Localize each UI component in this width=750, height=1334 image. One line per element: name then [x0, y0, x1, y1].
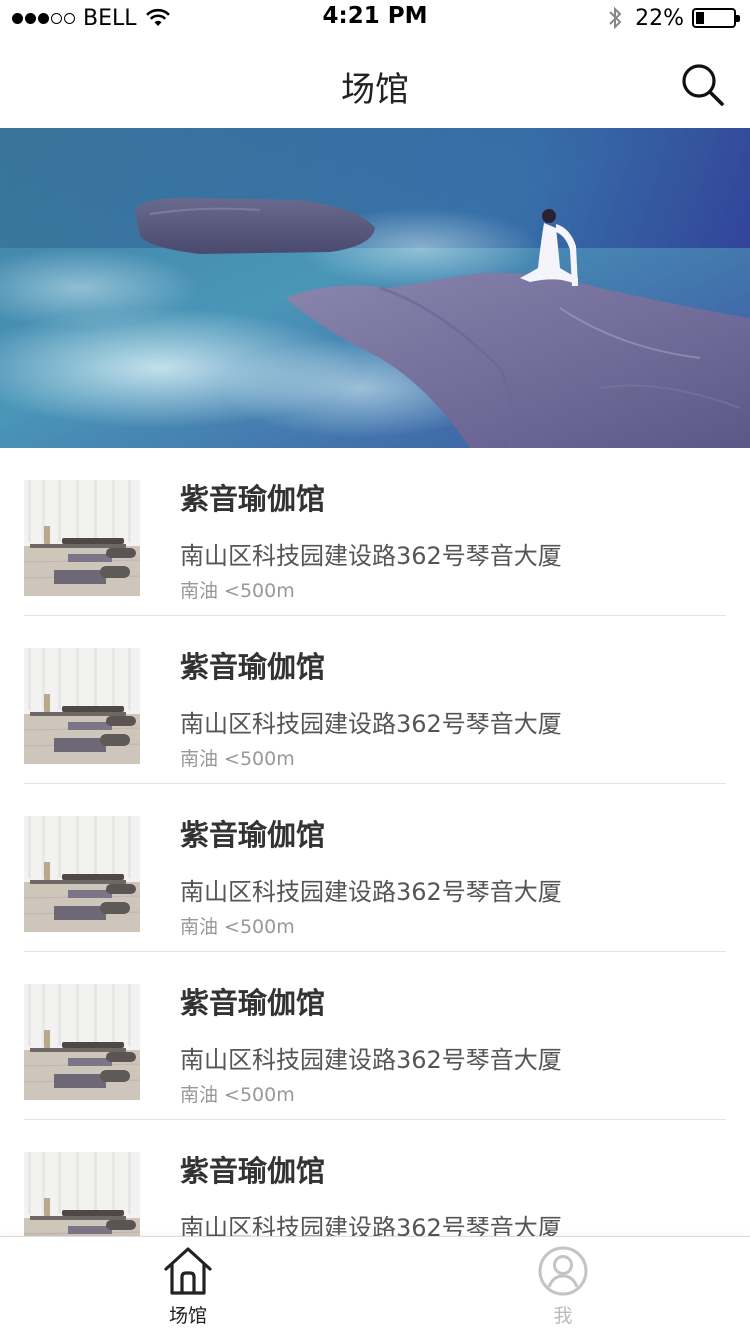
yoga-studio-thumbnail-illustration	[24, 816, 140, 932]
venue-name: 紫音瑜伽馆	[180, 986, 326, 1020]
tab-venues[interactable]: 场馆	[128, 1237, 248, 1334]
banner-yoga-on-rocks-illustration	[0, 128, 750, 448]
venue-address: 南山区科技园建设路362号琴音大厦	[180, 1046, 562, 1074]
venue-distance: 南油 <500m	[180, 1084, 295, 1106]
search-icon[interactable]	[680, 62, 726, 108]
venue-thumbnail	[24, 816, 140, 932]
venue-address: 南山区科技园建设路362号琴音大厦	[180, 878, 562, 906]
bluetooth-icon	[609, 6, 622, 30]
venue-thumbnail	[24, 648, 140, 764]
battery-icon	[692, 8, 740, 28]
venue-list-item[interactable]: 紫音瑜伽馆 南山区科技园建设路362号琴音大厦 南油 <500m	[24, 784, 726, 952]
banner-image[interactable]	[0, 128, 750, 448]
venue-address: 南山区科技园建设路362号琴音大厦	[180, 542, 562, 570]
venue-name: 紫音瑜伽馆	[180, 818, 326, 852]
venue-address: 南山区科技园建设路362号琴音大厦	[180, 710, 562, 738]
venue-name: 紫音瑜伽馆	[180, 1154, 326, 1188]
venue-list-item[interactable]: 紫音瑜伽馆 南山区科技园建设路362号琴音大厦 南油 <500m	[24, 616, 726, 784]
tab-me[interactable]: 我	[503, 1237, 623, 1334]
tab-me-label: 我	[553, 1305, 573, 1327]
yoga-studio-thumbnail-illustration	[24, 1152, 140, 1236]
status-right-group: 22%	[607, 4, 740, 32]
venue-name: 紫音瑜伽馆	[180, 482, 326, 516]
yoga-studio-thumbnail-illustration	[24, 648, 140, 764]
venue-thumbnail	[24, 480, 140, 596]
yoga-studio-thumbnail-illustration	[24, 480, 140, 596]
tab-venues-label: 场馆	[168, 1305, 207, 1327]
venue-name: 紫音瑜伽馆	[180, 650, 326, 684]
venue-distance: 南油 <500m	[180, 748, 295, 770]
page-title: 场馆	[341, 70, 409, 110]
venue-thumbnail	[24, 984, 140, 1100]
tab-bar: 场馆 我	[0, 1236, 750, 1334]
venue-distance: 南油 <500m	[180, 580, 295, 602]
user-icon	[538, 1246, 588, 1296]
venue-list: 紫音瑜伽馆 南山区科技园建设路362号琴音大厦 南油 <500m 紫音瑜伽馆 南…	[0, 448, 750, 1236]
yoga-studio-thumbnail-illustration	[24, 984, 140, 1100]
venue-list-item[interactable]: 紫音瑜伽馆 南山区科技园建设路362号琴音大厦 南油 <500m	[24, 1120, 726, 1236]
venue-list-item[interactable]: 紫音瑜伽馆 南山区科技园建设路362号琴音大厦 南油 <500m	[24, 448, 726, 616]
battery-level-fill	[696, 12, 704, 24]
status-bar: BELL 4:21 PM 22%	[0, 0, 750, 40]
home-icon	[164, 1247, 212, 1295]
venue-distance: 南油 <500m	[180, 916, 295, 938]
venue-list-item[interactable]: 紫音瑜伽馆 南山区科技园建设路362号琴音大厦 南油 <500m	[24, 952, 726, 1120]
venue-address: 南山区科技园建设路362号琴音大厦	[180, 1214, 562, 1236]
battery-percent: 22%	[635, 5, 684, 31]
navigation-bar: 场馆	[0, 40, 750, 128]
venue-thumbnail	[24, 1152, 140, 1236]
battery-nub	[736, 15, 740, 22]
